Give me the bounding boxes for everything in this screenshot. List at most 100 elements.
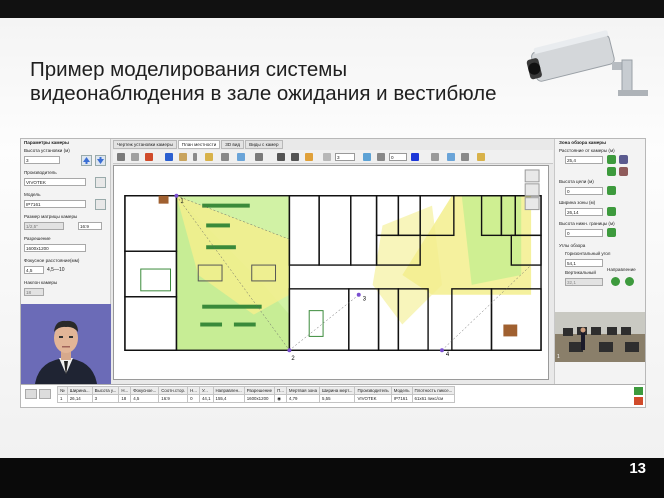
tab-camera-install[interactable]: Чертеж установки камеры	[113, 140, 177, 149]
brush-icon[interactable]	[305, 153, 313, 161]
matrix-ratio-field[interactable]: 16:9	[78, 222, 102, 230]
wall-tool-icon[interactable]	[131, 153, 139, 161]
tilt-field[interactable]: 18	[24, 288, 44, 296]
distance-down-arrow-icon[interactable]	[607, 167, 616, 176]
mount-up-arrow-icon[interactable]	[81, 155, 92, 166]
camera-table: № Ширина... Высота у... Н... Фокусное...…	[21, 384, 645, 407]
target-up-arrow-icon[interactable]	[607, 186, 616, 195]
zone-width-field[interactable]: 26,14	[565, 208, 603, 216]
distance-field[interactable]: 25,4	[565, 156, 603, 164]
focal-label: Фокусное расстояние(мм)	[24, 258, 80, 263]
table-add-icon[interactable]	[25, 389, 37, 399]
cell: 26,14	[66, 394, 93, 403]
cell: 3	[91, 394, 120, 403]
angle-field[interactable]: 0	[389, 153, 407, 161]
col-header: Н...	[118, 386, 132, 395]
col-header: П...	[274, 386, 287, 395]
color-picker-icon[interactable]	[411, 153, 419, 161]
resolution-label: Разрешение	[24, 236, 51, 241]
pointer-tool-icon[interactable]	[237, 153, 245, 161]
camera-tool-icon[interactable]	[117, 153, 125, 161]
copy-icon[interactable]	[447, 153, 455, 161]
bottom-black-bar	[0, 458, 664, 498]
model-label: Модель	[24, 192, 41, 197]
line-width-icon[interactable]	[323, 153, 331, 161]
line-width-field[interactable]: 3	[335, 153, 355, 161]
settings-icon[interactable]	[461, 153, 469, 161]
cell: IP7161	[390, 394, 413, 403]
cell: 0	[187, 394, 200, 403]
zoom-out-icon[interactable]	[524, 183, 540, 197]
manufacturer-select[interactable]: VIVOTEK	[24, 178, 86, 186]
camera-params-header: Параметры камеры	[24, 140, 69, 145]
floor-plan-canvas[interactable]: 1 2 3 4	[113, 165, 549, 380]
lower-bound-arrow-icon[interactable]	[607, 228, 616, 237]
col-header: Мертвая зона	[285, 386, 321, 395]
col-header: Ширина...	[66, 386, 93, 395]
tab-3d-view[interactable]: 3D вид	[221, 140, 245, 149]
model-more-button[interactable]	[95, 199, 106, 210]
mount-height-label: Высота установки (м)	[24, 148, 70, 153]
mount-down-arrow-icon[interactable]	[95, 155, 106, 166]
distance-label: Расстояние от камеры (м)	[559, 148, 615, 153]
cell: 1	[57, 394, 68, 403]
rotate-left-icon[interactable]	[611, 277, 620, 286]
tab-camera-views[interactable]: Виды с камер	[245, 140, 283, 149]
pan-hand-icon[interactable]	[524, 197, 540, 211]
lock-icon[interactable]	[477, 153, 485, 161]
undo-icon[interactable]	[277, 153, 285, 161]
width-arrow-icon[interactable]	[607, 207, 616, 216]
cell: 16:9	[158, 394, 189, 403]
redo-icon[interactable]	[291, 153, 299, 161]
direction-label: Направление	[607, 267, 636, 272]
table-row[interactable]: 1 26,14 3 18 4,5 16:9 0 44,1 155,4 1600x…	[57, 394, 456, 403]
brick-tool-icon[interactable]	[145, 153, 153, 161]
h-angle-field[interactable]: 54,1	[565, 259, 603, 267]
image-icon[interactable]	[431, 153, 439, 161]
focal-range: 4,5—10	[47, 267, 65, 273]
table-add-row-icon[interactable]	[634, 387, 643, 395]
door-tool-icon[interactable]	[179, 153, 187, 161]
col-header: Ширина мерт...	[319, 386, 356, 395]
col-header: Фокусное...	[130, 386, 160, 395]
eye-icon[interactable]: ◉	[274, 394, 287, 403]
cell: 44,1	[198, 394, 214, 403]
col-header: Соотн.стор.	[158, 386, 189, 395]
security-camera-icon	[526, 30, 648, 96]
mount-height-field[interactable]: 3	[24, 156, 60, 164]
measure-tool-icon[interactable]	[221, 153, 229, 161]
matrix-field[interactable]: 1/2,5"	[24, 222, 64, 230]
person-alt-icon	[619, 167, 628, 176]
tilt-label: Наклон камеры	[24, 280, 58, 285]
angles-header: Углы обзора	[559, 243, 586, 248]
col-header: №	[57, 386, 68, 395]
table-edit-icon[interactable]	[39, 389, 51, 399]
manufacturer-more-button[interactable]	[95, 177, 106, 188]
tree-tool-icon[interactable]	[255, 153, 263, 161]
camera-marker-2[interactable]: 2	[291, 356, 294, 362]
furniture-tool-icon[interactable]	[205, 153, 213, 161]
camera-data-table: № Ширина... Высота у... Н... Фокусное...…	[57, 386, 456, 403]
col-header: Направлен...	[212, 386, 245, 395]
page-number: 13	[629, 460, 646, 477]
resolution-select[interactable]: 1600x1200	[24, 244, 86, 252]
table-delete-row-icon[interactable]	[634, 397, 643, 405]
separator-icon	[193, 153, 197, 161]
view-zone-header: Зона обзора камеры	[559, 140, 607, 145]
floor-tool-icon[interactable]	[165, 153, 173, 161]
view-tabs: Чертеж установки камеры План местности 3D …	[113, 140, 284, 149]
cell: 4,5	[130, 394, 160, 403]
rotate-right-icon[interactable]	[625, 277, 634, 286]
zoom-in-icon[interactable]	[524, 169, 540, 183]
focal-field[interactable]: 4,5	[24, 266, 44, 274]
v-angle-field[interactable]: 32,1	[565, 278, 603, 286]
zoom-controls[interactable]	[524, 169, 540, 211]
model-select[interactable]: IP7161	[24, 200, 86, 208]
tab-site-plan[interactable]: План местности	[177, 140, 221, 149]
distance-up-arrow-icon[interactable]	[607, 155, 616, 164]
snowflake-icon[interactable]	[363, 153, 371, 161]
col-header: Производитель	[354, 386, 392, 395]
target-height-field[interactable]: 0	[565, 187, 603, 195]
lower-bound-field[interactable]: 0	[565, 229, 603, 237]
grid-icon[interactable]	[377, 153, 385, 161]
